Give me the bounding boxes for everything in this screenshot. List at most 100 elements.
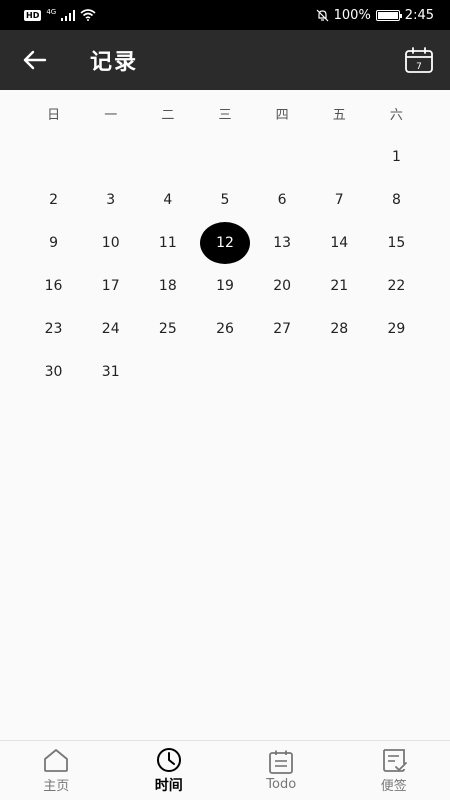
calendar-day-empty — [311, 350, 368, 393]
calendar-day-number: 25 — [158, 320, 177, 337]
calendar-day-number: 17 — [101, 277, 120, 294]
calendar-day[interactable]: 30 — [25, 350, 82, 393]
calendar-day[interactable]: 8 — [368, 178, 425, 221]
home-icon — [44, 749, 69, 772]
calendar-day[interactable]: 11 — [139, 221, 196, 264]
weekday-tue: 二 — [161, 108, 175, 123]
status-time: 2:45 — [404, 7, 434, 23]
calendar-day[interactable]: 9 — [25, 221, 82, 264]
calendar-day-empty — [368, 350, 425, 393]
calendar-day-number: 19 — [216, 277, 234, 294]
signal-icon — [61, 9, 76, 21]
calendar-day[interactable]: 17 — [82, 264, 139, 307]
calendar-day[interactable]: 2 — [25, 178, 82, 221]
calendar-day[interactable]: 6 — [254, 178, 311, 221]
nav-item-notes[interactable]: 便签 — [338, 741, 450, 800]
calendar-day-number: 26 — [216, 320, 234, 337]
bottom-nav: 主页 时间 Todo 便签 — [0, 740, 450, 800]
weekday-thu: 四 — [275, 108, 289, 123]
calendar-day-number: 28 — [330, 320, 349, 337]
battery-icon — [375, 9, 402, 21]
calendar-day[interactable]: 16 — [25, 264, 82, 307]
calendar-day-number — [200, 351, 250, 393]
calendar-day[interactable]: 31 — [82, 350, 139, 393]
calendar-day[interactable]: 21 — [311, 264, 368, 307]
nav-item-time[interactable]: 时间 — [113, 741, 226, 800]
page-title: 记录 — [90, 50, 139, 75]
calendar-day-empty — [196, 350, 253, 393]
calendar-day-number: 5 — [220, 191, 230, 208]
nav-item-home[interactable]: 主页 — [0, 741, 113, 800]
calendar-day-number — [143, 351, 193, 393]
calendar-day[interactable]: 19 — [196, 264, 253, 307]
calendar-button[interactable]: 7 — [404, 46, 434, 74]
calendar-day-number: 21 — [330, 277, 349, 294]
back-button[interactable] — [0, 30, 70, 90]
calendar-day-empty — [196, 135, 253, 178]
calendar-day[interactable]: 26 — [196, 307, 253, 350]
clock-icon — [156, 747, 181, 772]
calendar-day-number: 9 — [49, 234, 59, 251]
calendar-icon: 7 — [405, 47, 433, 73]
calendar-day-number — [86, 136, 136, 178]
calendar-day[interactable]: 14 — [311, 221, 368, 264]
calendar-day-number: 20 — [273, 277, 292, 294]
arrow-left-icon — [23, 50, 47, 70]
mute-bell-icon — [316, 9, 329, 21]
weekday-wed: 三 — [218, 108, 232, 123]
calendar-day-number: 15 — [387, 234, 406, 251]
calendar-day-number: 27 — [273, 320, 292, 337]
calendar-day[interactable]: 22 — [368, 264, 425, 307]
calendar: 日 一 二 三 四 五 六 1 2 3 4 5 6 7 8 9 10 11 12 13 14 15 16 17 1… — [0, 90, 450, 393]
calendar-day-number: 11 — [158, 234, 177, 251]
calendar-day[interactable]: 20 — [254, 264, 311, 307]
calendar-day-number: 3 — [106, 191, 116, 208]
app-bar: 记录 7 — [0, 30, 450, 90]
calendar-day[interactable]: 1 — [368, 135, 425, 178]
calendar-day-number: 30 — [44, 363, 63, 380]
calendar-day-number: 31 — [101, 363, 120, 380]
note-check-icon — [382, 749, 407, 772]
calendar-day-number: 1 — [391, 148, 401, 165]
nav-label-todo: Todo — [266, 777, 297, 792]
calendar-week-row: 16 17 18 19 20 21 22 — [0, 264, 450, 307]
calendar-grid: 1 2 3 4 5 6 7 8 9 10 11 12 13 14 15 16 17 18 19 20 21 22 23 24 2… — [0, 135, 450, 393]
calendar-day[interactable]: 28 — [311, 307, 368, 350]
calendar-day-number — [371, 351, 421, 393]
calendar-day-number — [314, 351, 364, 393]
calendar-day-number — [257, 136, 307, 178]
nav-label-home: 主页 — [43, 779, 70, 794]
battery-percent: 100% — [333, 7, 371, 23]
hd-badge: HD — [24, 9, 42, 21]
calendar-day-number — [143, 136, 193, 178]
calendar-day[interactable]: 15 — [368, 221, 425, 264]
calendar-day[interactable]: 27 — [254, 307, 311, 350]
calendar-day-empty — [25, 135, 82, 178]
calendar-day[interactable]: 4 — [139, 178, 196, 221]
calendar-day[interactable]: 29 — [368, 307, 425, 350]
calendar-day-empty — [82, 135, 139, 178]
calendar-day[interactable]: 5 — [196, 178, 253, 221]
status-right: 100% 2:45 — [316, 8, 434, 23]
weekday-sat: 六 — [389, 108, 403, 123]
calendar-day[interactable]: 24 — [82, 307, 139, 350]
calendar-day[interactable]: 13 — [254, 221, 311, 264]
calendar-day[interactable]: 3 — [82, 178, 139, 221]
status-bar: HD 4G 100% 2:45 — [0, 0, 450, 30]
calendar-day-number: 13 — [273, 234, 292, 251]
calendar-icon-day: 7 — [416, 62, 422, 72]
calendar-day-number: 10 — [101, 234, 120, 251]
calendar-day-number — [29, 136, 79, 178]
nav-item-todo[interactable]: Todo — [225, 741, 338, 800]
calendar-day[interactable]: 18 — [139, 264, 196, 307]
wifi-icon — [80, 9, 96, 21]
calendar-week-row: 2 3 4 5 6 7 8 — [0, 178, 450, 221]
nav-label-notes: 便签 — [380, 779, 407, 794]
calendar-day[interactable]: 10 — [82, 221, 139, 264]
calendar-week-row: 23 24 25 26 27 28 29 — [0, 307, 450, 350]
calendar-day[interactable]: 25 — [139, 307, 196, 350]
calendar-day[interactable]: 7 — [311, 178, 368, 221]
calendar-day-number: 12 — [199, 221, 250, 264]
calendar-day[interactable]: 23 — [25, 307, 82, 350]
calendar-day-selected[interactable]: 12 — [196, 221, 253, 264]
